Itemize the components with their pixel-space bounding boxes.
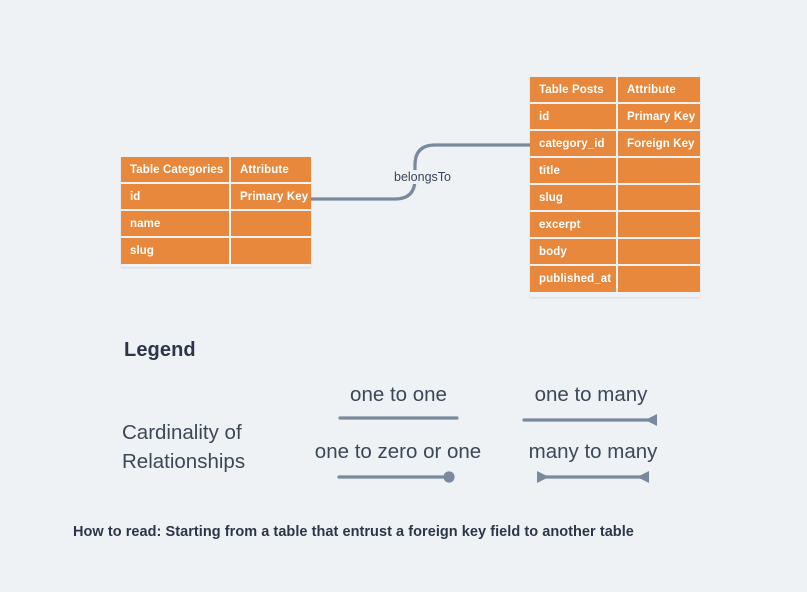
legend-item-one-to-one: one to one (337, 383, 460, 423)
table-row-attribute (618, 266, 700, 292)
table-header-name: Table Categories (121, 157, 229, 182)
er-table-categories: Table Categories Attribute id Primary Ke… (121, 157, 311, 267)
table-row-attribute (231, 211, 311, 236)
table-row-attribute: Foreign Key (618, 131, 700, 156)
er-table-posts: Table Posts Attribute id Primary Key cat… (530, 77, 700, 297)
legend-item-one-to-many: one to many (521, 383, 661, 427)
table-row-field: id (121, 184, 229, 209)
table-row-field: excerpt (530, 212, 616, 237)
legend-item-label: one to zero or one (314, 440, 482, 463)
legend-title: Legend (124, 339, 196, 361)
legend-item-label: many to many (528, 440, 658, 463)
how-to-read-caption: How to read: Starting from a table that … (73, 524, 634, 540)
table-row-field: slug (530, 185, 616, 210)
table-row-attribute (231, 238, 311, 264)
line-with-arrows-both-icon (537, 471, 649, 483)
legend-item-one-to-zero-or-one: one to zero or one (303, 440, 493, 484)
table-header-name: Table Posts (530, 77, 616, 102)
line-with-arrow-right-icon (522, 414, 657, 426)
legend-item-label: one to many (534, 383, 648, 406)
table-row-attribute: Primary Key (231, 184, 311, 209)
relationship-label: belongsTo (390, 170, 455, 184)
legend-item-many-to-many: many to many (513, 440, 673, 484)
table-row-attribute (618, 158, 700, 183)
legend-group-label-line2: Relationships (122, 450, 246, 473)
table-row-attribute (618, 212, 700, 237)
diagram-canvas: belongsTo Table Categories Attribute id … (0, 0, 807, 592)
table-row-attribute (618, 239, 700, 264)
table-row-field: body (530, 239, 616, 264)
table-row-field: id (530, 104, 616, 129)
legend-group-label-line1: Cardinality of (122, 421, 242, 444)
table-row-field: title (530, 158, 616, 183)
plain-line-icon (338, 416, 459, 420)
table-row-field: slug (121, 238, 229, 264)
line-with-circle-right-icon (337, 471, 455, 483)
legend-group-label: Cardinality of Relationships (122, 418, 302, 476)
table-row-field: published_at (530, 266, 616, 292)
table-row-field: category_id (530, 131, 616, 156)
table-row-field: name (121, 211, 229, 236)
table-row-attribute (618, 185, 700, 210)
table-header-attribute: Attribute (618, 77, 700, 102)
legend-item-label: one to one (350, 383, 447, 406)
table-header-attribute: Attribute (231, 157, 311, 182)
table-row-attribute: Primary Key (618, 104, 700, 129)
